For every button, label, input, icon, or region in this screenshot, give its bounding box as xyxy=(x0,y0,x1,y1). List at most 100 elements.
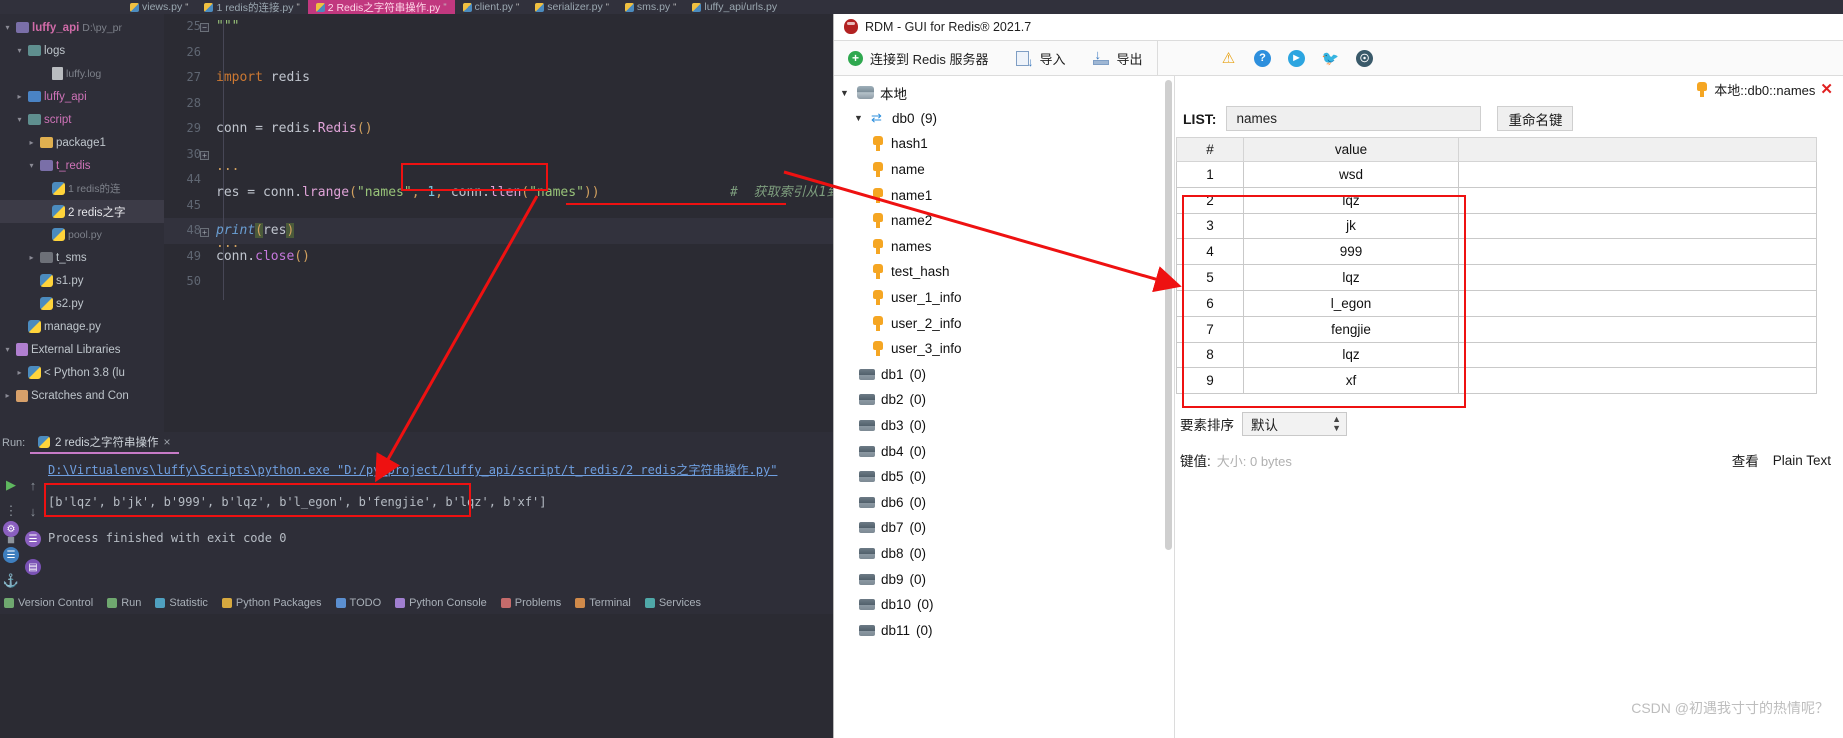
cell-value[interactable]: l_egon xyxy=(1243,289,1459,317)
soft-wrap-button[interactable]: ☰ xyxy=(22,528,44,550)
chevron-down-icon[interactable]: ▾ xyxy=(14,46,25,55)
view-format-group[interactable]: 查看 Plain Text xyxy=(1732,450,1843,470)
close-icon[interactable]: × xyxy=(164,435,171,449)
status-statistic[interactable]: Statistic xyxy=(155,597,208,609)
rdm-window[interactable]: RDM - GUI for Redis® 2021.7 + 连接到 Redis … xyxy=(833,14,1843,738)
scroll-down-button[interactable]: ↓ xyxy=(22,500,44,522)
run-console-output[interactable]: D:\Virtualenvs\luffy\Scripts\python.exe … xyxy=(48,458,838,592)
status-todo[interactable]: TODO xyxy=(335,597,381,609)
list-values-table[interactable]: # value 1 wsd 2 lqz 3 jk 4 999 5 lqz 6 l… xyxy=(1176,137,1817,395)
table-row[interactable]: 5 lqz xyxy=(1176,264,1817,291)
tree-key-user-1-info[interactable]: user_1_info xyxy=(834,285,1174,311)
chevron-down-icon[interactable]: ▼ xyxy=(838,88,851,98)
tree-key-name2[interactable]: name2 xyxy=(834,208,1174,234)
table-row[interactable]: 3 jk xyxy=(1176,212,1817,240)
tree-node-db7[interactable]: db7 (0) xyxy=(834,515,1174,541)
format-select[interactable]: Plain Text xyxy=(1773,453,1831,468)
tree-item-manage-py[interactable]: manage.py xyxy=(0,315,164,338)
warning-icon[interactable]: ⚠ xyxy=(1220,50,1237,67)
table-row[interactable]: 1 wsd xyxy=(1176,161,1817,188)
editor-tab-sms[interactable]: sms.py " xyxy=(617,0,684,14)
run-tab[interactable]: 2 redis之字符串操作 × xyxy=(30,432,179,454)
tree-node-db9[interactable]: db9 (0) xyxy=(834,566,1174,592)
tree-item-pool-py[interactable]: pool.py xyxy=(0,223,164,246)
chevron-right-icon[interactable]: ▸ xyxy=(2,391,13,400)
fold-expand-icon[interactable]: + xyxy=(200,228,209,237)
status-version-control[interactable]: Version Control xyxy=(4,597,93,609)
tree-item-s1-py[interactable]: s1.py xyxy=(0,269,164,292)
console-command-line[interactable]: D:\Virtualenvs\luffy\Scripts\python.exe … xyxy=(48,458,838,482)
tree-item-luffy-api-root[interactable]: ▾ luffy_api D:\py_pr xyxy=(0,16,164,39)
tree-key-hash1[interactable]: hash1 xyxy=(834,131,1174,157)
chevron-down-icon[interactable]: ▾ xyxy=(2,23,13,32)
table-row[interactable]: 8 lqz xyxy=(1176,341,1817,369)
tree-item-python-interpreter[interactable]: ▸ < Python 3.8 (lu xyxy=(0,361,164,384)
tree-key-test-hash[interactable]: test_hash xyxy=(834,259,1174,285)
rename-key-button[interactable]: 重命名键 xyxy=(1497,106,1574,131)
table-row[interactable]: 2 lqz xyxy=(1176,186,1817,214)
anchor-icon[interactable]: ⚓ xyxy=(0,568,22,594)
tree-scrollbar[interactable] xyxy=(1165,80,1172,550)
table-row[interactable]: 6 l_egon xyxy=(1176,289,1817,317)
rdm-toolbar[interactable]: + 连接到 Redis 服务器 导入 导出 ⚠ ? ► 🐦 ☉ xyxy=(834,40,1843,76)
ide-status-bar[interactable]: Version Control Run Statistic Python Pac… xyxy=(0,592,840,614)
tree-item-package1[interactable]: ▸ package1 xyxy=(0,131,164,154)
fold-collapse-icon[interactable]: − xyxy=(200,23,209,32)
tree-item-luffy-log[interactable]: luffy.log xyxy=(0,62,164,85)
tree-node-db10[interactable]: db10 (0) xyxy=(834,592,1174,618)
key-name-row[interactable]: LIST: names 重命名键 xyxy=(1175,102,1843,137)
editor-tab-redis-connect[interactable]: 1 redis的连接.py " xyxy=(196,0,307,14)
tree-item-s2-py[interactable]: s2.py xyxy=(0,292,164,315)
tree-node-db3[interactable]: db3 (0) xyxy=(834,413,1174,439)
status-python-packages[interactable]: Python Packages xyxy=(221,597,322,609)
chevron-down-icon[interactable]: ▾ xyxy=(14,115,25,124)
cell-value[interactable]: xf xyxy=(1243,367,1459,395)
status-problems[interactable]: Problems xyxy=(500,597,561,609)
cell-value[interactable]: lqz xyxy=(1243,186,1459,214)
tree-item-scratches[interactable]: ▸ Scratches and Con xyxy=(0,384,164,407)
tree-node-db2[interactable]: db2 (0) xyxy=(834,387,1174,413)
status-run[interactable]: Run xyxy=(107,597,141,609)
editor-tab-client[interactable]: client.py " xyxy=(455,0,528,14)
tree-node-db4[interactable]: db4 (0) xyxy=(834,438,1174,464)
redis-key-tree[interactable]: ▼ 本地 ▼ ⇄ db0 (9) hash1 name name1 name2 … xyxy=(834,76,1175,738)
connect-to-redis-button[interactable]: + 连接到 Redis 服务器 xyxy=(834,40,1002,76)
table-row[interactable]: 7 fengjie xyxy=(1176,315,1817,343)
status-terminal[interactable]: Terminal xyxy=(575,597,631,609)
tree-key-user-3-info[interactable]: user_3_info xyxy=(834,336,1174,362)
tree-key-user-2-info[interactable]: user_2_info xyxy=(834,310,1174,336)
tree-item-luffy-api-pkg[interactable]: ▸ luffy_api xyxy=(0,85,164,108)
export-button[interactable]: 导出 xyxy=(1079,40,1156,76)
code-line-folded-a[interactable]: ... xyxy=(216,154,239,180)
telegram-icon[interactable]: ► xyxy=(1288,49,1305,67)
tree-item-t-sms[interactable]: ▸ t_sms xyxy=(0,246,164,269)
element-sort-row[interactable]: 要素排序 默认 ▲ ▼ xyxy=(1175,394,1843,437)
chevron-down-icon[interactable]: ▾ xyxy=(2,345,13,354)
twitter-icon[interactable]: 🐦 xyxy=(1322,50,1339,67)
editor-tab-views[interactable]: views.py " xyxy=(122,0,196,14)
spinner-icon[interactable]: ▲ ▼ xyxy=(1332,415,1341,433)
tree-node-db6[interactable]: db6 (0) xyxy=(834,490,1174,516)
code-editor[interactable]: 25 26 27 28 29 30 44 45 48 49 50 − + + "… xyxy=(164,14,840,432)
fold-expand-icon[interactable]: + xyxy=(200,151,209,160)
table-row[interactable]: 4 999 xyxy=(1176,238,1817,266)
tree-item-redis-string-py[interactable]: 2 redis之字 xyxy=(0,200,164,223)
editor-tab-serializer[interactable]: serializer.py " xyxy=(527,0,617,14)
key-breadcrumb-bar[interactable]: 本地::db0::names ✕ xyxy=(1175,76,1843,102)
sort-select[interactable]: 默认 ▲ ▼ xyxy=(1242,412,1347,437)
cell-value[interactable]: wsd xyxy=(1243,161,1459,188)
tree-key-name[interactable]: name xyxy=(834,157,1174,183)
editor-tab-bar[interactable]: views.py " 1 redis的连接.py " 2 Redis之字符串操作… xyxy=(0,0,1843,14)
cell-value[interactable]: 999 xyxy=(1243,238,1459,266)
tree-item-script[interactable]: ▾ script xyxy=(0,108,164,131)
tree-node-db0[interactable]: ▼ ⇄ db0 (9) xyxy=(834,106,1174,132)
project-tool-window[interactable]: ▾ luffy_api D:\py_pr ▾ logs luffy.log ▸ … xyxy=(0,14,164,432)
tree-item-t-redis[interactable]: ▾ t_redis xyxy=(0,154,164,177)
scroll-up-button[interactable]: ↑ xyxy=(22,474,44,496)
globe-icon[interactable]: ☉ xyxy=(1356,49,1373,67)
tree-node-db11[interactable]: db11 (0) xyxy=(834,617,1174,643)
chevron-down-icon[interactable]: ▼ xyxy=(852,113,865,123)
close-icon[interactable]: ✕ xyxy=(1820,80,1833,98)
cell-value[interactable]: lqz xyxy=(1243,264,1459,291)
editor-tab-redis-string-ops[interactable]: 2 Redis之字符串操作.py " xyxy=(307,0,455,14)
